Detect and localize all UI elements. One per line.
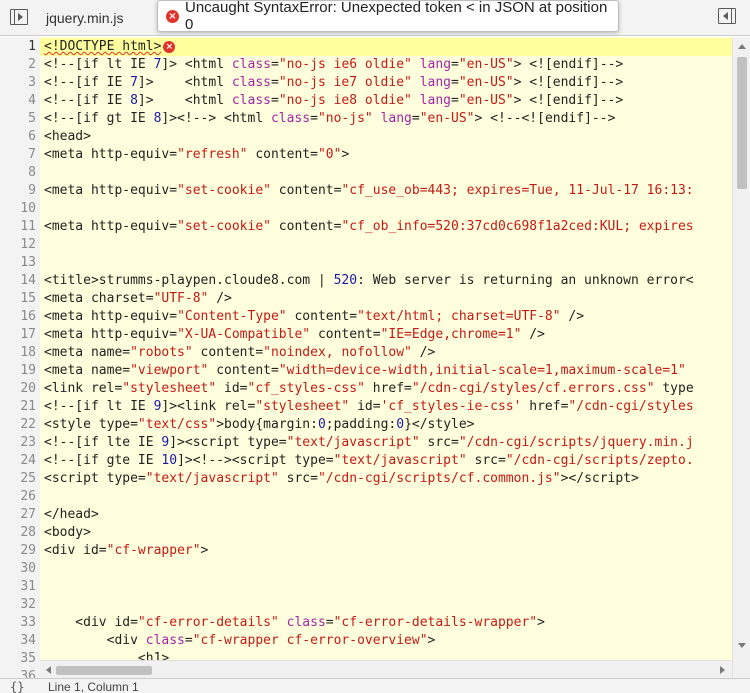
error-message: Uncaught SyntaxError: Unexpected token <… bbox=[185, 0, 608, 33]
code-line-28: <body> bbox=[44, 525, 91, 540]
code-line-11: <meta http-equiv="set-cookie" content="c… bbox=[44, 219, 694, 234]
line-number: 3 bbox=[28, 75, 36, 90]
vertical-scrollbar[interactable] bbox=[732, 37, 750, 678]
line-number: 33 bbox=[20, 615, 36, 630]
code-area[interactable]: <!DOCTYPE html> × <!--[if lt IE 7]> <html… bbox=[40, 37, 732, 678]
cursor-position: Line 1, Column 1 bbox=[48, 680, 139, 693]
error-popup: × Uncaught SyntaxError: Unexpected token… bbox=[157, 0, 619, 33]
status-bar: {} Line 1, Column 1 bbox=[0, 678, 750, 693]
code-line-14: <title>strumms-playpen.cloude8.com | 520… bbox=[44, 273, 694, 288]
line-number: 22 bbox=[20, 417, 36, 432]
line-number: 7 bbox=[28, 147, 36, 162]
horizontal-scrollbar[interactable] bbox=[40, 660, 732, 678]
code-line-5: <!--[if gt IE 8]><!--> <html class="no-j… bbox=[44, 111, 616, 126]
code-line-34: <div class="cf-wrapper cf-error-overview… bbox=[44, 633, 436, 648]
code-line-2: <!--[if lt IE 7]> <html class="no-js ie6… bbox=[44, 57, 624, 72]
line-number: 15 bbox=[20, 291, 36, 306]
code-line-21: <!--[if lt IE 9]><link rel="stylesheet" … bbox=[44, 399, 694, 414]
line-number: 30 bbox=[20, 561, 36, 576]
scroll-left-arrow-icon[interactable] bbox=[46, 666, 51, 674]
line-number: 5 bbox=[28, 111, 36, 126]
scroll-down-arrow-icon[interactable] bbox=[738, 643, 746, 648]
code-line-7: <meta http-equiv="refresh" content="0"> bbox=[44, 147, 350, 162]
line-number: 1 bbox=[28, 39, 36, 54]
line-number: 11 bbox=[20, 219, 36, 234]
code-line-24: <!--[if gte IE 10]><!--><script type="te… bbox=[44, 453, 694, 468]
code-line-16: <meta http-equiv="Content-Type" content=… bbox=[44, 309, 585, 324]
line-number: 23 bbox=[20, 435, 36, 450]
code-line-23: <!--[if lte IE 9]><script type="text/jav… bbox=[44, 435, 694, 450]
line-number: 17 bbox=[20, 327, 36, 342]
error-marker-icon[interactable]: × bbox=[163, 40, 176, 53]
line-number: 34 bbox=[20, 633, 36, 648]
error-circle-icon: × bbox=[166, 9, 179, 23]
code-line-19: <meta name="viewport" content="width=dev… bbox=[44, 363, 686, 378]
scroll-up-arrow-icon[interactable] bbox=[738, 44, 746, 49]
code-line-29: <div id="cf-wrapper"> bbox=[44, 543, 209, 558]
sidebar-toggle-left-icon[interactable] bbox=[10, 9, 28, 25]
line-number: 31 bbox=[20, 579, 36, 594]
line-number: 4 bbox=[28, 93, 36, 108]
code-line-22: <style type="text/css">body{margin:0;pad… bbox=[44, 417, 475, 432]
line-number-gutter: 1 2 3 4 5 6 7 8 9 10 11 12 13 14 15 16 17 18 19 20 21 22 23 24 2… bbox=[0, 37, 40, 678]
scroll-right-arrow-icon[interactable] bbox=[720, 666, 725, 674]
curly-braces-icon[interactable]: {} bbox=[10, 680, 24, 693]
line-number: 6 bbox=[28, 129, 36, 144]
line-number: 8 bbox=[28, 165, 36, 180]
line-number: 26 bbox=[20, 489, 36, 504]
line-number: 35 bbox=[20, 651, 36, 666]
line-number: 28 bbox=[20, 525, 36, 540]
code-line-15: <meta charset="UTF-8" /> bbox=[44, 291, 232, 306]
line-number: 14 bbox=[20, 273, 36, 288]
code-line-20: <link rel="stylesheet" id="cf_styles-css… bbox=[44, 381, 694, 396]
code-line-4: <!--[if IE 8]> <html class="no-js ie8 ol… bbox=[44, 93, 624, 108]
code-line-9: <meta http-equiv="set-cookie" content="c… bbox=[44, 183, 694, 198]
line-number: 16 bbox=[20, 309, 36, 324]
line-number: 10 bbox=[20, 201, 36, 216]
line-number: 13 bbox=[20, 255, 36, 270]
line-number: 36 bbox=[20, 669, 36, 678]
line-number: 29 bbox=[20, 543, 36, 558]
code-line-3: <!--[if IE 7]> <html class="no-js ie7 ol… bbox=[44, 75, 624, 90]
code-line-33: <div id="cf-error-details" class="cf-err… bbox=[44, 615, 545, 630]
line-number: 24 bbox=[20, 453, 36, 468]
file-tab[interactable]: jquery.min.js bbox=[46, 0, 124, 36]
line-number: 2 bbox=[28, 57, 36, 72]
code-editor[interactable]: 1 2 3 4 5 6 7 8 9 10 11 12 13 14 15 16 17 18 19 20 21 22 23 24 2… bbox=[0, 37, 750, 678]
line-number: 27 bbox=[20, 507, 36, 522]
line-number: 21 bbox=[20, 399, 36, 414]
line-number: 25 bbox=[20, 471, 36, 486]
line-number: 9 bbox=[28, 183, 36, 198]
line-number: 20 bbox=[20, 381, 36, 396]
code-line-25: <script type="text/javascript" src="/cdn… bbox=[44, 471, 639, 486]
sidebar-toggle-right-icon[interactable] bbox=[718, 8, 736, 24]
vertical-scroll-thumb[interactable] bbox=[737, 57, 747, 189]
line-number: 32 bbox=[20, 597, 36, 612]
code-line-6: <head> bbox=[44, 129, 91, 144]
line-number: 12 bbox=[20, 237, 36, 252]
code-line-1: <!DOCTYPE html> × bbox=[40, 38, 732, 56]
code-line-18: <meta name="robots" content="noindex, no… bbox=[44, 345, 436, 360]
code-line-17: <meta http-equiv="X-UA-Compatible" conte… bbox=[44, 327, 545, 342]
horizontal-scroll-thumb[interactable] bbox=[56, 666, 152, 675]
line-number: 19 bbox=[20, 363, 36, 378]
line-number: 18 bbox=[20, 345, 36, 360]
code-line-27: </head> bbox=[44, 507, 99, 522]
